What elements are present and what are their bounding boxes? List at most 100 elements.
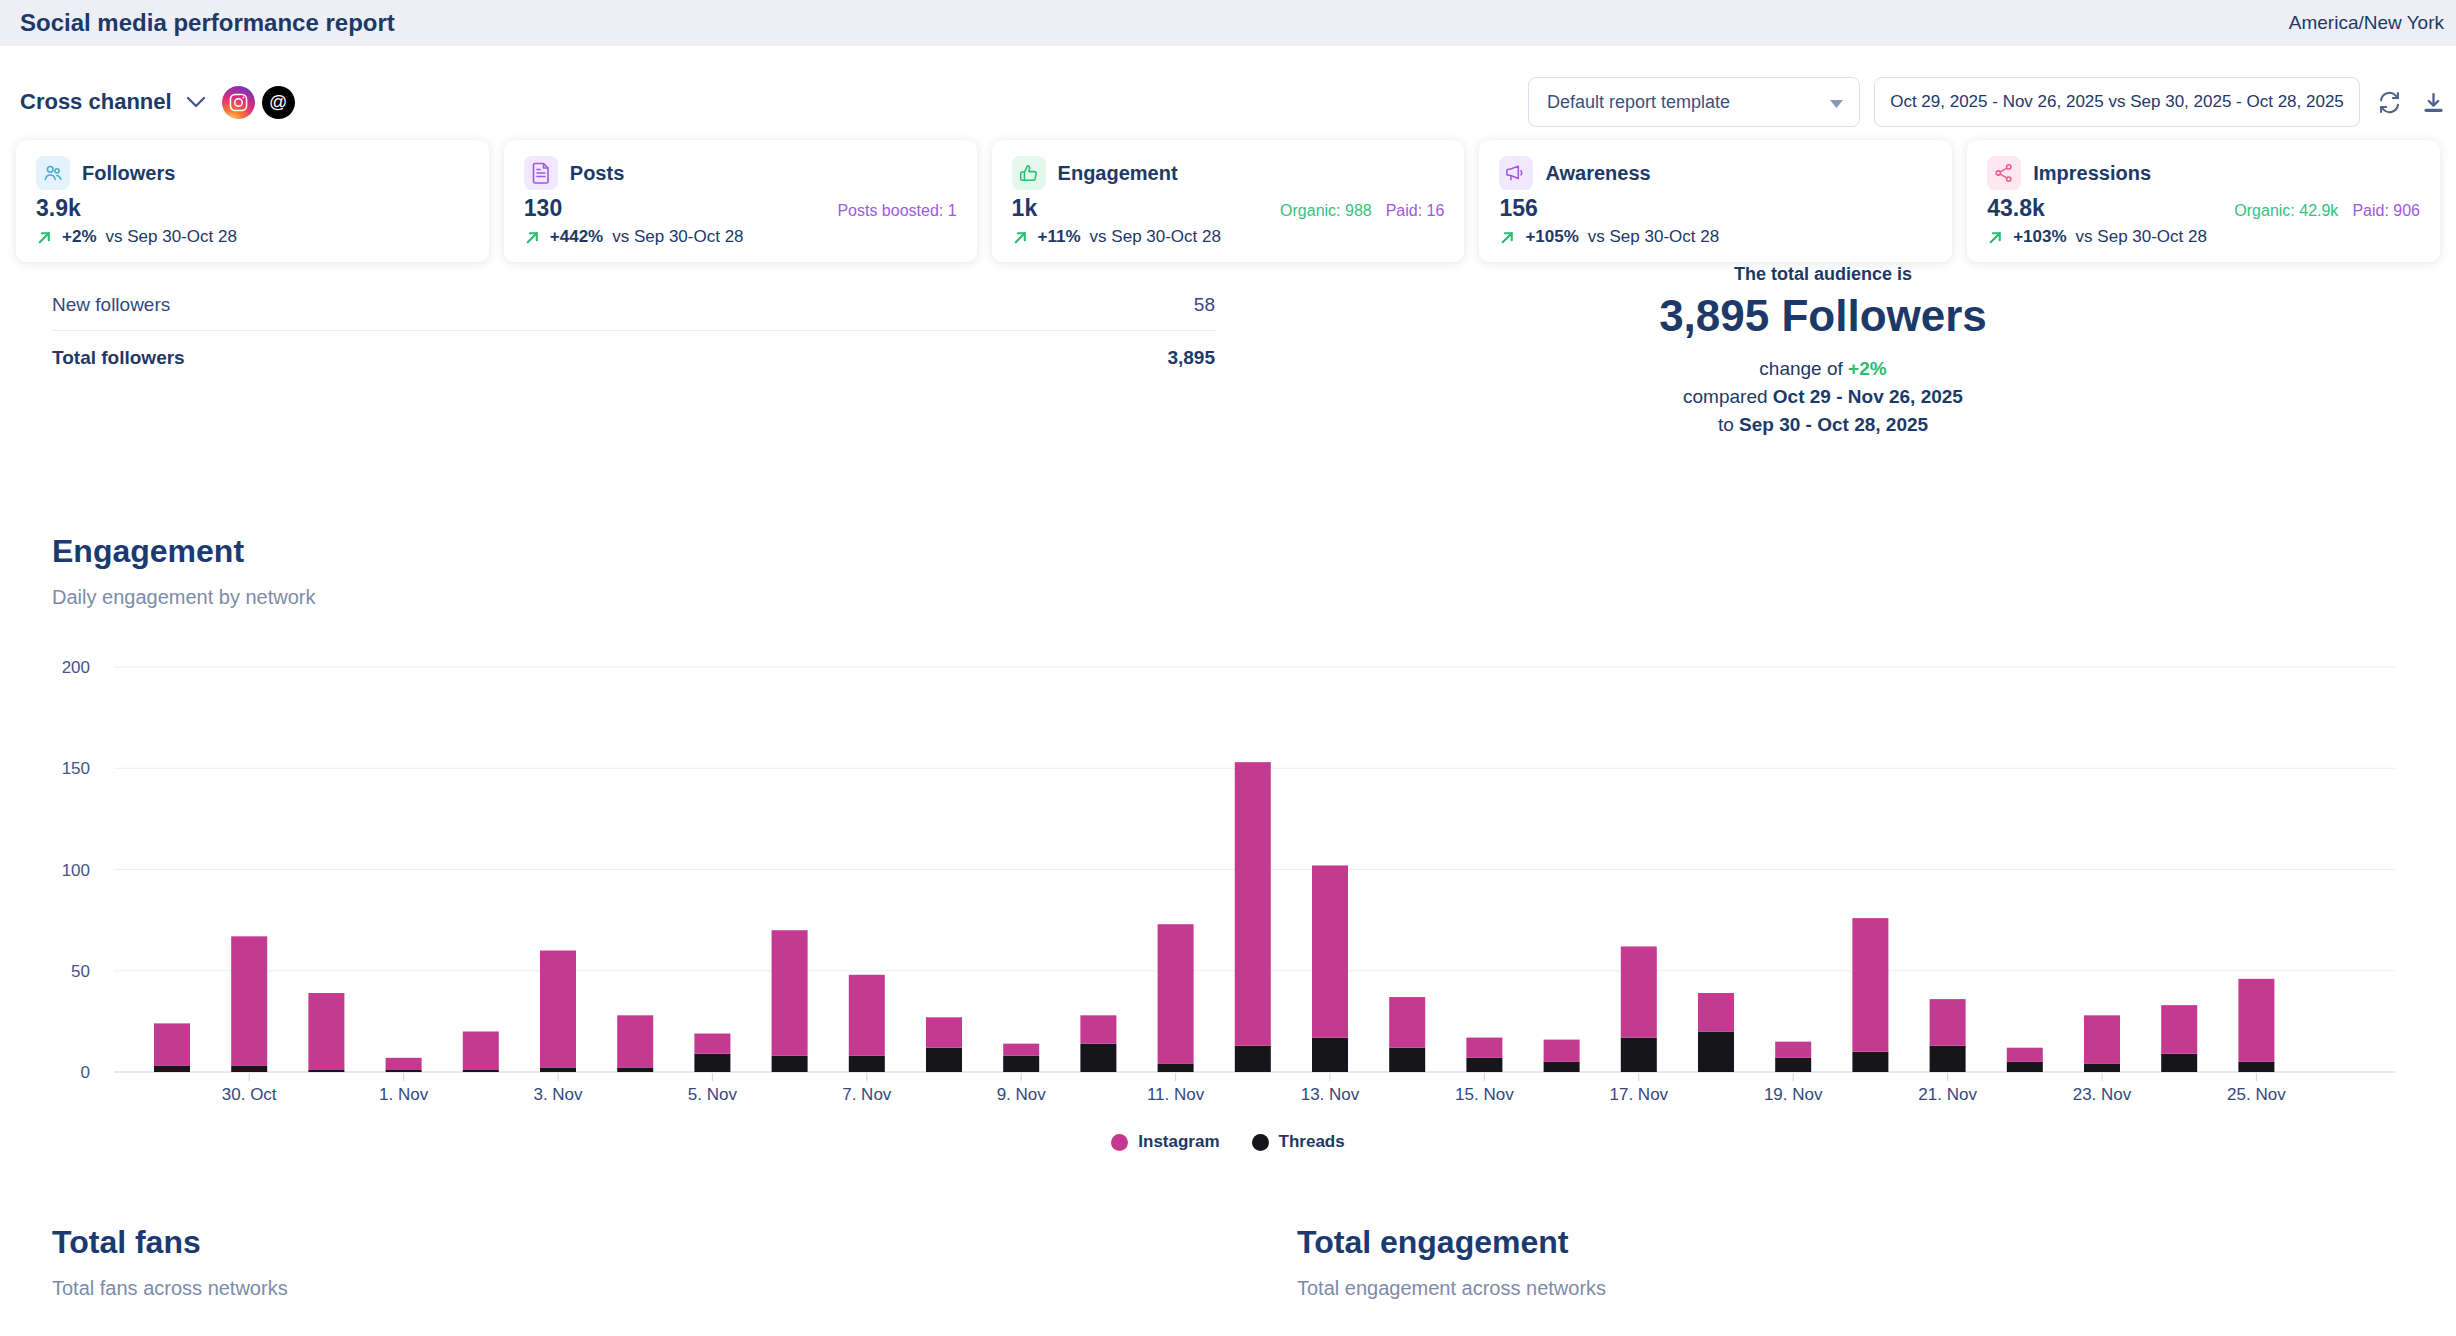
bar-instagram-9. Nov[interactable]: [1003, 1044, 1039, 1056]
bar-threads-29. Oct[interactable]: [154, 1066, 190, 1072]
report-template-value: Default report template: [1547, 92, 1730, 113]
row-value: 3,895: [1167, 347, 1215, 369]
bar-threads-22. Nov[interactable]: [2007, 1062, 2043, 1072]
bar-threads-7. Nov[interactable]: [849, 1056, 885, 1072]
bar-threads-14. Nov[interactable]: [1389, 1048, 1425, 1072]
bar-instagram-21. Nov[interactable]: [1930, 999, 1966, 1046]
toolbar: Cross channel @ Default report template …: [0, 46, 2456, 140]
bar-threads-13. Nov[interactable]: [1312, 1038, 1348, 1072]
date-range-picker[interactable]: Oct 29, 2025 - Nov 26, 2025 vs Sep 30, 2…: [1874, 77, 2360, 127]
bar-instagram-30. Oct[interactable]: [231, 936, 267, 1066]
bar-instagram-12. Nov[interactable]: [1235, 762, 1271, 1046]
bar-instagram-8. Nov[interactable]: [926, 1017, 962, 1047]
row-value: 58: [1194, 294, 1215, 316]
instagram-icon[interactable]: [222, 86, 255, 119]
bar-threads-8. Nov[interactable]: [926, 1048, 962, 1072]
bar-instagram-24. Nov[interactable]: [2161, 1005, 2197, 1054]
timezone-label: America/New York: [2289, 12, 2444, 34]
card-extras: Organic: 42.9kPaid: 906: [2234, 202, 2420, 220]
bar-threads-16. Nov[interactable]: [1544, 1062, 1580, 1072]
download-icon[interactable]: [2418, 87, 2448, 117]
bar-instagram-4. Nov[interactable]: [617, 1015, 653, 1068]
bar-threads-4. Nov[interactable]: [617, 1068, 653, 1072]
channel-selector[interactable]: Cross channel: [20, 89, 206, 115]
bar-instagram-15. Nov[interactable]: [1466, 1038, 1502, 1058]
card-mid: 156: [1499, 195, 1932, 222]
card-mid: 1k Organic: 988Paid: 16: [1012, 195, 1445, 222]
audience-intro: The total audience is: [1458, 264, 2188, 285]
report-template-select[interactable]: Default report template: [1528, 77, 1860, 127]
bar-threads-2. Nov[interactable]: [463, 1070, 499, 1072]
bar-threads-31. Oct[interactable]: [308, 1070, 344, 1072]
bar-instagram-20. Nov[interactable]: [1852, 918, 1888, 1052]
bar-instagram-25. Nov[interactable]: [2238, 979, 2274, 1062]
bar-instagram-14. Nov[interactable]: [1389, 997, 1425, 1048]
audience-comparison: change of +2% compared Oct 29 - Nov 26, …: [1458, 355, 2188, 439]
bar-instagram-17. Nov[interactable]: [1621, 946, 1657, 1037]
card-mid: 130 Posts boosted: 1: [524, 195, 957, 222]
bar-threads-25. Nov[interactable]: [2238, 1062, 2274, 1072]
svg-text:9. Nov: 9. Nov: [997, 1085, 1047, 1104]
mid-section: New followers 58Total followers 3,895 Th…: [0, 278, 2456, 439]
table-row: New followers 58: [52, 278, 1215, 331]
bar-instagram-1. Nov[interactable]: [386, 1058, 422, 1070]
chevron-down-icon: [186, 96, 206, 108]
refresh-icon[interactable]: [2374, 87, 2404, 117]
bar-instagram-10. Nov[interactable]: [1080, 1015, 1116, 1043]
bar-instagram-11. Nov[interactable]: [1158, 924, 1194, 1064]
followers-table: New followers 58 Total followers 3,895: [52, 278, 1215, 439]
card-head: Awareness: [1499, 156, 1932, 190]
bar-instagram-5. Nov[interactable]: [694, 1034, 730, 1054]
bar-threads-30. Oct[interactable]: [231, 1066, 267, 1072]
card-extra: Organic: 42.9k: [2234, 202, 2338, 220]
bar-instagram-7. Nov[interactable]: [849, 975, 885, 1056]
bar-threads-18. Nov[interactable]: [1698, 1032, 1734, 1073]
bar-instagram-19. Nov[interactable]: [1775, 1042, 1811, 1058]
svg-text:1. Nov: 1. Nov: [379, 1085, 429, 1104]
row-label: Total followers: [52, 347, 185, 369]
total-engagement-title: Total engagement: [1297, 1224, 2456, 1261]
legend-label: Threads: [1279, 1132, 1345, 1152]
legend-item-instagram[interactable]: Instagram: [1111, 1132, 1219, 1152]
bar-threads-24. Nov[interactable]: [2161, 1054, 2197, 1072]
threads-icon[interactable]: @: [262, 86, 295, 119]
bar-instagram-13. Nov[interactable]: [1312, 865, 1348, 1037]
card-change-pct: +11%: [1038, 227, 1081, 247]
svg-text:5. Nov: 5. Nov: [688, 1085, 738, 1104]
card-value: 3.9k: [36, 195, 81, 222]
bar-threads-11. Nov[interactable]: [1158, 1064, 1194, 1072]
bar-threads-3. Nov[interactable]: [540, 1068, 576, 1072]
bar-instagram-18. Nov[interactable]: [1698, 993, 1734, 1031]
bar-threads-10. Nov[interactable]: [1080, 1044, 1116, 1072]
card-head: Followers: [36, 156, 469, 190]
kpi-card-awareness: Awareness 156 +105% vs Sep 30-Oct 28: [1479, 140, 1952, 262]
card-change-vs: vs Sep 30-Oct 28: [2076, 227, 2207, 247]
audience-headline: 3,895 Followers: [1458, 291, 2188, 341]
bar-instagram-2. Nov[interactable]: [463, 1032, 499, 1070]
bar-threads-23. Nov[interactable]: [2084, 1064, 2120, 1072]
svg-text:11. Nov: 11. Nov: [1147, 1085, 1205, 1104]
bar-threads-9. Nov[interactable]: [1003, 1056, 1039, 1072]
bar-threads-5. Nov[interactable]: [694, 1054, 730, 1072]
bar-threads-20. Nov[interactable]: [1852, 1052, 1888, 1072]
bar-threads-1. Nov[interactable]: [386, 1070, 422, 1072]
svg-text:50: 50: [71, 962, 90, 981]
bar-instagram-23. Nov[interactable]: [2084, 1015, 2120, 1064]
bar-threads-19. Nov[interactable]: [1775, 1058, 1811, 1072]
bar-threads-15. Nov[interactable]: [1466, 1058, 1502, 1072]
bar-instagram-29. Oct[interactable]: [154, 1023, 190, 1066]
bar-threads-17. Nov[interactable]: [1621, 1038, 1657, 1072]
legend-item-threads[interactable]: Threads: [1252, 1132, 1345, 1152]
svg-text:200: 200: [62, 658, 90, 677]
bar-threads-12. Nov[interactable]: [1235, 1046, 1271, 1072]
bar-instagram-3. Nov[interactable]: [540, 951, 576, 1068]
bar-threads-21. Nov[interactable]: [1930, 1046, 1966, 1072]
card-change-vs: vs Sep 30-Oct 28: [106, 227, 237, 247]
bar-instagram-22. Nov[interactable]: [2007, 1048, 2043, 1062]
bar-instagram-31. Oct[interactable]: [308, 993, 344, 1070]
engagement-chart[interactable]: 05010015020030. Oct1. Nov3. Nov5. Nov7. …: [52, 653, 2404, 1128]
card-head: Posts: [524, 156, 957, 190]
bar-instagram-16. Nov[interactable]: [1544, 1040, 1580, 1062]
bar-threads-6. Nov[interactable]: [772, 1056, 808, 1072]
bar-instagram-6. Nov[interactable]: [772, 930, 808, 1056]
